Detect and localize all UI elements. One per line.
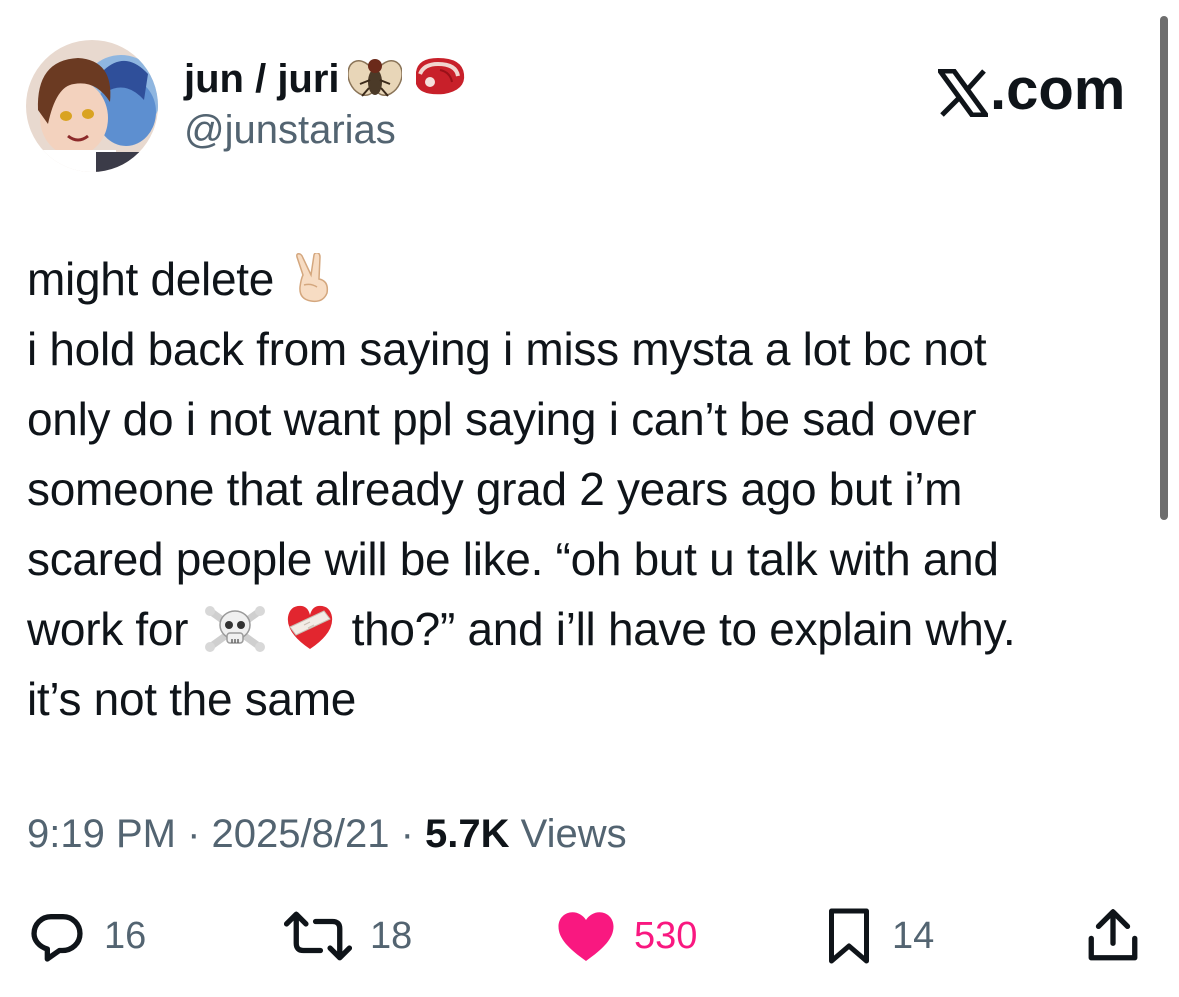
reply-count: 16 xyxy=(104,914,147,957)
share-icon xyxy=(1086,907,1140,965)
mending-heart-icon xyxy=(284,602,336,652)
tweet-line: someone that already grad 2 years ago bu… xyxy=(27,463,963,515)
share-button[interactable] xyxy=(1086,904,1140,968)
meat-icon xyxy=(410,52,468,105)
tweet-meta: 9:19 PM · 2025/8/21 · 5.7K Views xyxy=(27,806,627,862)
bookmark-button[interactable]: 14 xyxy=(824,904,934,968)
author-handle[interactable]: @junstarias xyxy=(184,106,396,154)
action-bar: 16 18 530 14 xyxy=(0,904,1179,968)
meta-separator: · xyxy=(175,812,212,856)
repost-count: 18 xyxy=(370,914,413,957)
tweet-time[interactable]: 9:19 PM xyxy=(27,812,176,856)
tweet-line: scared people will be like. “oh but u ta… xyxy=(27,533,999,585)
meta-separator: · xyxy=(389,812,426,856)
x-com-label: .com xyxy=(990,57,1126,122)
skull-crossbones-icon xyxy=(204,602,266,652)
views-label: Views xyxy=(509,812,627,856)
victory-hand-icon xyxy=(289,252,339,303)
tweet-date[interactable]: 2025/8/21 xyxy=(212,812,390,856)
author-name-row[interactable]: jun / juri xyxy=(184,52,468,105)
tweet-line-text: tho?” and i’ll have to explain why. xyxy=(351,603,1016,655)
reply-icon xyxy=(28,907,86,965)
like-button[interactable]: 530 xyxy=(556,904,697,968)
fly-icon xyxy=(346,52,403,105)
x-com-brand: .com xyxy=(935,57,1126,122)
author-display-name[interactable]: jun / juri xyxy=(184,55,340,103)
tweet-line: work for tho?” and i’ll have to explain … xyxy=(27,594,1157,664)
reply-button[interactable]: 16 xyxy=(28,904,146,968)
repost-button[interactable]: 18 xyxy=(284,904,412,968)
tweet-line-text: work for xyxy=(27,603,189,655)
bookmark-icon xyxy=(824,906,874,966)
tweet-line: i hold back from saying i miss mysta a l… xyxy=(27,323,987,375)
tweet-line: might delete xyxy=(27,244,1157,314)
avatar[interactable] xyxy=(26,40,158,172)
repost-icon xyxy=(284,907,352,965)
tweet-line-text: might delete xyxy=(27,253,274,305)
tweet-line: only do i not want ppl saying i can’t be… xyxy=(27,393,977,445)
scrollbar[interactable] xyxy=(1160,16,1168,520)
heart-icon xyxy=(556,908,616,964)
x-logo-icon xyxy=(935,66,991,118)
tweet-text: might delete i hold back from saying i m… xyxy=(27,244,1157,734)
bookmark-count: 14 xyxy=(892,914,935,957)
tweet-line: it’s not the same xyxy=(27,673,357,725)
like-count: 530 xyxy=(634,914,698,957)
views-count[interactable]: 5.7K xyxy=(425,812,510,856)
